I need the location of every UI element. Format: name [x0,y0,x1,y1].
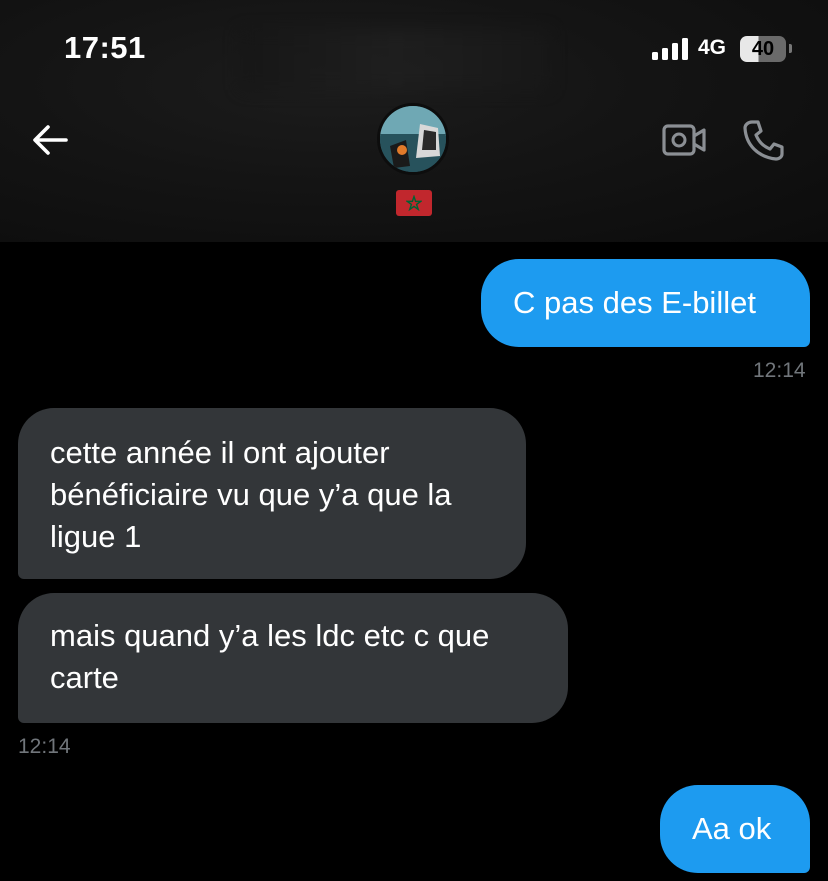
battery-nub [789,44,792,53]
message-timestamp: 12:14 [18,735,71,758]
message-text: Aa ok [692,811,772,846]
avatar[interactable] [377,103,449,175]
message-bubble-outgoing[interactable]: Aa ok [660,785,810,873]
avatar-photo [380,106,446,172]
message-timestamp: 12:14 [753,359,806,382]
message-bubble-incoming[interactable]: cette année il ont ajouter bénéficiaire … [18,408,526,579]
message-text: C pas des E-billet [513,285,756,320]
phone-icon[interactable] [740,117,786,163]
message-bubble-outgoing[interactable]: C pas des E-billet [481,259,810,347]
blurred-background [240,30,550,90]
status-time: 17:51 [64,30,146,65]
video-camera-icon[interactable] [660,120,708,160]
message-text: cette année il ont ajouter bénéficiaire … [50,435,452,554]
message-text: mais quand y’a les ldc etc c que carte [50,618,490,695]
conversation-header: 17:51 4G 40 [0,0,828,242]
battery-icon: 40 [740,36,786,62]
message-bubble-incoming[interactable]: mais quand y’a les ldc etc c que carte [18,593,568,723]
morocco-flag-icon [396,190,432,216]
arrow-left-icon[interactable] [28,118,72,162]
network-type: 4G [698,36,727,59]
cellular-signal-icon [652,38,688,60]
